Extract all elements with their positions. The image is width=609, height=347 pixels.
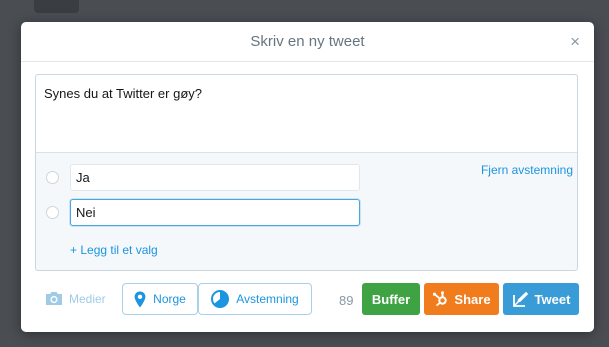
compose-tweet-dialog: Skriv en ny tweet × Synes du at Twitter … (21, 22, 594, 332)
media-label: Medier (69, 291, 106, 306)
poll-section: Ja Nei Fjern avstemning + Legg til et va… (36, 153, 577, 270)
compose-toolbar: Medier Norge Avstemning 89 Buffer Share … (21, 282, 594, 322)
add-choice-link[interactable]: + Legg til et valg (70, 243, 158, 257)
tweet-label: Tweet (534, 291, 571, 307)
poll-button[interactable]: Avstemning (198, 283, 312, 315)
character-counter: 89 (339, 293, 354, 308)
poll-choice-input[interactable]: Ja (70, 164, 360, 191)
tweet-button[interactable]: Tweet (503, 283, 579, 315)
background-tab (34, 0, 79, 13)
tweet-text: Synes du at Twitter er gøy? (44, 86, 202, 101)
location-label: Norge (153, 292, 186, 306)
remove-poll-link[interactable]: Fjern avstemning (481, 163, 573, 177)
dialog-title: Skriv en ny tweet (250, 33, 365, 50)
poll-choice-row: Ja (36, 164, 376, 192)
radio-button (46, 206, 59, 219)
compose-icon (512, 291, 528, 307)
poll-choice-input[interactable]: Nei (70, 199, 360, 226)
dialog-header: Skriv en ny tweet × (21, 22, 594, 62)
buffer-button[interactable]: Buffer (362, 283, 420, 315)
pie-chart-icon (211, 290, 230, 308)
poll-button-label: Avstemning (236, 292, 299, 306)
buffer-label: Buffer (371, 291, 411, 307)
camera-icon (46, 292, 62, 305)
hubspot-icon (433, 291, 448, 307)
location-pin-icon (134, 291, 146, 307)
radio-button (46, 171, 59, 184)
media-button[interactable]: Medier (44, 291, 106, 306)
share-button[interactable]: Share (424, 283, 499, 315)
location-button[interactable]: Norge (122, 283, 198, 315)
close-icon[interactable]: × (570, 32, 580, 52)
share-label: Share (454, 291, 491, 307)
tweet-text-input[interactable]: Synes du at Twitter er gøy? (36, 75, 577, 153)
compose-box: Synes du at Twitter er gøy? Ja Nei Fjern… (35, 74, 578, 271)
poll-choice-row: Nei (36, 199, 376, 227)
